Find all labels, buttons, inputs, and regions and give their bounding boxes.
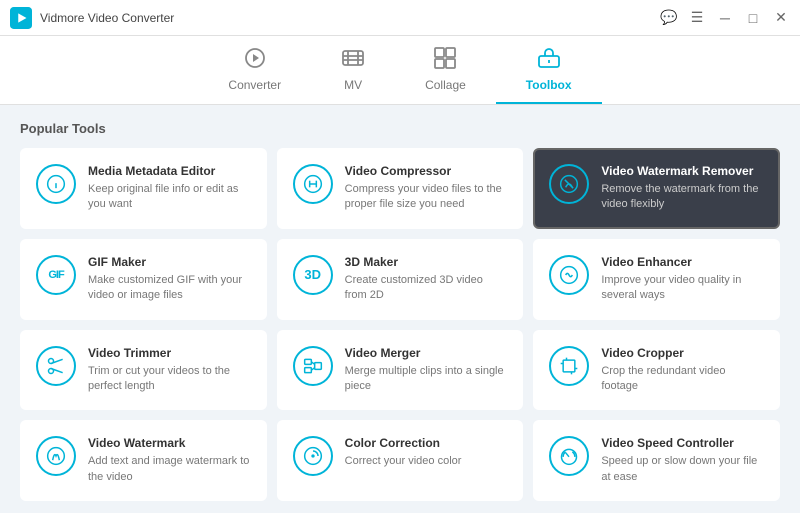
menu-icon[interactable]: ☰ (688, 9, 706, 26)
toolbox-icon (537, 46, 561, 74)
tool-name-gif-maker: GIF Maker (88, 255, 251, 269)
tool-info-video-enhancer: Video Enhancer Improve your video qualit… (601, 255, 764, 304)
info-icon (36, 164, 76, 204)
tool-info-color-correction: Color Correction Correct your video colo… (345, 436, 508, 469)
tab-converter[interactable]: Converter (198, 36, 311, 104)
tab-mv-label: MV (344, 78, 362, 92)
watermark-icon (36, 436, 76, 476)
tool-name-video-enhancer: Video Enhancer (601, 255, 764, 269)
tool-desc-media-metadata-editor: Keep original file info or edit as you w… (88, 182, 251, 213)
tool-card-video-speed-controller[interactable]: Video Speed Controller Speed up or slow … (533, 420, 780, 501)
tool-desc-video-watermark: Add text and image watermark to the vide… (88, 454, 251, 485)
tool-desc-video-trimmer: Trim or cut your videos to the perfect l… (88, 364, 251, 395)
tool-name-video-watermark: Video Watermark (88, 436, 251, 450)
tool-card-3d-maker[interactable]: 3D 3D Maker Create customized 3D video f… (277, 239, 524, 320)
tool-info-video-trimmer: Video Trimmer Trim or cut your videos to… (88, 346, 251, 395)
tab-collage[interactable]: Collage (395, 36, 496, 104)
tool-desc-color-correction: Correct your video color (345, 454, 508, 469)
tool-info-video-watermark-remover: Video Watermark Remover Remove the water… (601, 164, 764, 213)
tool-info-video-watermark: Video Watermark Add text and image water… (88, 436, 251, 485)
tool-card-video-compressor[interactable]: Video Compressor Compress your video fil… (277, 148, 524, 229)
tool-info-video-merger: Video Merger Merge multiple clips into a… (345, 346, 508, 395)
tool-desc-video-merger: Merge multiple clips into a single piece (345, 364, 508, 395)
tool-desc-video-watermark-remover: Remove the watermark from the video flex… (601, 182, 764, 213)
enhance-icon (549, 255, 589, 295)
speed-icon (549, 436, 589, 476)
maximize-icon[interactable]: □ (744, 10, 762, 26)
speech-bubble-icon[interactable]: 💬 (660, 9, 678, 26)
tool-card-color-correction[interactable]: Color Correction Correct your video colo… (277, 420, 524, 501)
mv-icon (341, 46, 365, 74)
section-title: Popular Tools (20, 121, 780, 136)
tool-desc-3d-maker: Create customized 3D video from 2D (345, 273, 508, 304)
tool-card-video-watermark[interactable]: Video Watermark Add text and image water… (20, 420, 267, 501)
tool-desc-video-enhancer: Improve your video quality in several wa… (601, 273, 764, 304)
tool-name-3d-maker: 3D Maker (345, 255, 508, 269)
tool-info-video-cropper: Video Cropper Crop the redundant video f… (601, 346, 764, 395)
tool-card-video-enhancer[interactable]: Video Enhancer Improve your video qualit… (533, 239, 780, 320)
merge-icon (293, 346, 333, 386)
tool-name-video-cropper: Video Cropper (601, 346, 764, 360)
tool-info-3d-maker: 3D Maker Create customized 3D video from… (345, 255, 508, 304)
nav-tabs: Converter MV Collage (0, 36, 800, 105)
window-controls: 💬 ☰ ─ □ ✕ (660, 9, 790, 26)
tool-info-gif-maker: GIF Maker Make customized GIF with your … (88, 255, 251, 304)
trim-icon (36, 346, 76, 386)
converter-icon (243, 46, 267, 74)
tool-name-media-metadata-editor: Media Metadata Editor (88, 164, 251, 178)
collage-icon (433, 46, 457, 74)
tool-desc-video-cropper: Crop the redundant video footage (601, 364, 764, 395)
tool-card-video-watermark-remover[interactable]: Video Watermark Remover Remove the water… (533, 148, 780, 229)
tool-card-gif-maker[interactable]: GIF GIF Maker Make customized GIF with y… (20, 239, 267, 320)
tab-collage-label: Collage (425, 78, 466, 92)
tool-name-video-speed-controller: Video Speed Controller (601, 436, 764, 450)
tool-info-video-compressor: Video Compressor Compress your video fil… (345, 164, 508, 213)
tool-desc-video-speed-controller: Speed up or slow down your file at ease (601, 454, 764, 485)
tool-name-video-watermark-remover: Video Watermark Remover (601, 164, 764, 178)
3d-icon: 3D (293, 255, 333, 295)
tool-desc-gif-maker: Make customized GIF with your video or i… (88, 273, 251, 304)
tool-grid: Media Metadata Editor Keep original file… (20, 148, 780, 501)
gif-icon: GIF (36, 255, 76, 295)
tool-card-media-metadata-editor[interactable]: Media Metadata Editor Keep original file… (20, 148, 267, 229)
tab-converter-label: Converter (228, 78, 281, 92)
main-content: Popular Tools Media Metadata Editor Keep… (0, 105, 800, 513)
tool-name-color-correction: Color Correction (345, 436, 508, 450)
tool-card-video-trimmer[interactable]: Video Trimmer Trim or cut your videos to… (20, 330, 267, 411)
tool-card-video-cropper[interactable]: Video Cropper Crop the redundant video f… (533, 330, 780, 411)
close-icon[interactable]: ✕ (772, 9, 790, 26)
tool-card-video-merger[interactable]: Video Merger Merge multiple clips into a… (277, 330, 524, 411)
color-icon (293, 436, 333, 476)
tab-toolbox-label: Toolbox (526, 78, 572, 92)
titlebar: Vidmore Video Converter 💬 ☰ ─ □ ✕ (0, 0, 800, 36)
watermark-remove-icon (549, 164, 589, 204)
tab-toolbox[interactable]: Toolbox (496, 36, 602, 104)
app-logo-icon (10, 7, 32, 29)
tool-info-video-speed-controller: Video Speed Controller Speed up or slow … (601, 436, 764, 485)
compress-icon (293, 164, 333, 204)
tab-mv[interactable]: MV (311, 36, 395, 104)
crop-icon (549, 346, 589, 386)
tool-desc-video-compressor: Compress your video files to the proper … (345, 182, 508, 213)
tool-name-video-compressor: Video Compressor (345, 164, 508, 178)
tool-name-video-merger: Video Merger (345, 346, 508, 360)
app-title: Vidmore Video Converter (40, 11, 660, 25)
minimize-icon[interactable]: ─ (716, 10, 734, 26)
tool-name-video-trimmer: Video Trimmer (88, 346, 251, 360)
tool-info-media-metadata-editor: Media Metadata Editor Keep original file… (88, 164, 251, 213)
